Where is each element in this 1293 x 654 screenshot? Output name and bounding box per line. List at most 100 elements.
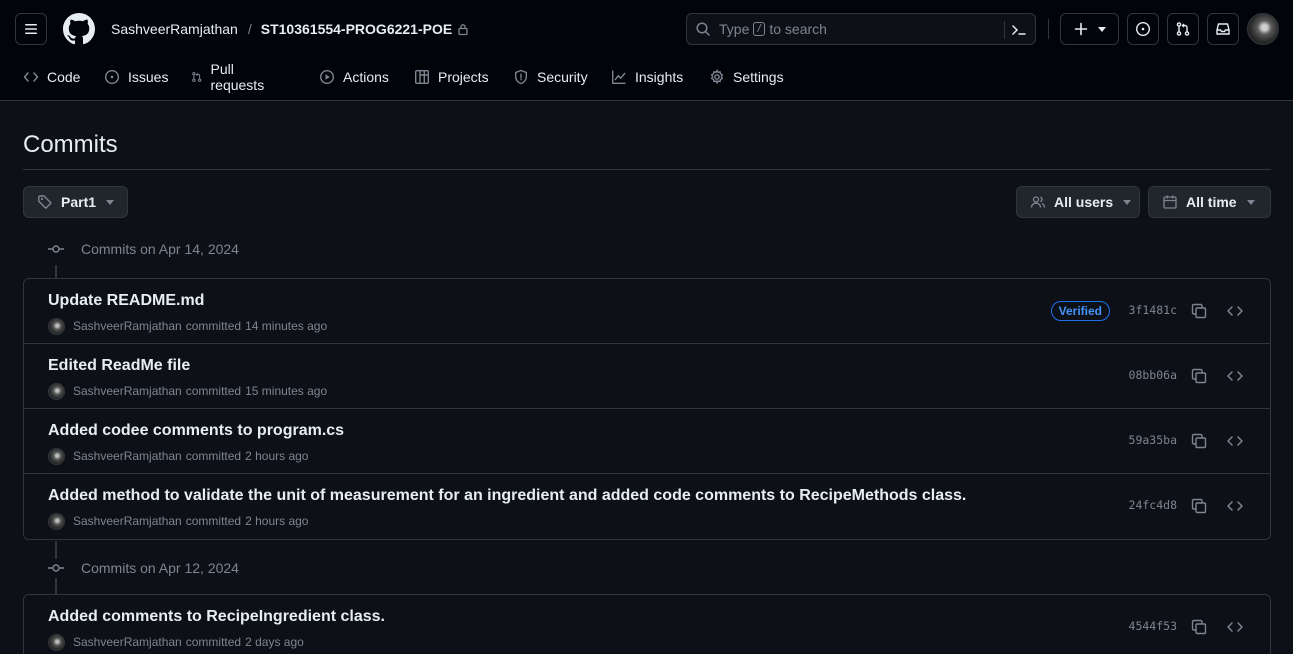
code-icon bbox=[23, 72, 39, 82]
commit-author[interactable]: SashveerRamjathan bbox=[73, 514, 182, 528]
commit-time: 2 hours ago bbox=[245, 449, 309, 463]
command-palette-icon[interactable] bbox=[1010, 21, 1028, 39]
time-filter-button[interactable]: All time bbox=[1148, 186, 1271, 218]
tab-label: Issues bbox=[128, 69, 169, 85]
repo-name-link[interactable]: ST10361554-PROG6221-POE bbox=[261, 21, 452, 37]
commit-title[interactable]: Edited ReadMe file bbox=[48, 357, 190, 375]
browse-code-icon[interactable] bbox=[1226, 367, 1244, 385]
tab-projects[interactable]: Projects bbox=[414, 60, 489, 94]
lock-icon bbox=[458, 23, 468, 35]
commit-sha[interactable]: 24fc4d8 bbox=[1129, 498, 1177, 512]
commit-group-date: Commits on Apr 12, 2024 bbox=[81, 560, 239, 576]
commit-sha[interactable]: 59a35ba bbox=[1129, 433, 1177, 447]
search-placeholder: Type / to search bbox=[719, 21, 827, 37]
commit-author[interactable]: SashveerRamjathan bbox=[73, 635, 182, 649]
commit-row[interactable]: Update README.md SashveerRamjathan commi… bbox=[24, 279, 1270, 344]
browse-code-icon[interactable] bbox=[1226, 302, 1244, 320]
user-filter-button[interactable]: All users bbox=[1016, 186, 1140, 218]
repo-owner-link[interactable]: SashveerRamjathan bbox=[111, 21, 238, 37]
commit-verb: committed bbox=[185, 449, 242, 463]
graph-icon bbox=[612, 70, 626, 84]
commit-meta: SashveerRamjathan committed 2 days ago bbox=[48, 633, 304, 651]
commit-row[interactable]: Added method to validate the unit of mea… bbox=[24, 474, 1270, 539]
tab-label: Code bbox=[47, 69, 81, 85]
create-new-button[interactable] bbox=[1060, 13, 1119, 45]
commit-row[interactable]: Added codee comments to program.cs Sashv… bbox=[24, 409, 1270, 474]
tab-pull-requests[interactable]: Pull requests bbox=[191, 60, 269, 94]
hamburger-icon bbox=[25, 24, 37, 34]
commit-title[interactable]: Added codee comments to program.cs bbox=[48, 422, 344, 440]
gear-icon bbox=[710, 69, 724, 85]
avatar[interactable] bbox=[48, 512, 65, 530]
copy-icon[interactable] bbox=[1190, 432, 1208, 450]
verified-badge[interactable]: Verified bbox=[1050, 301, 1110, 321]
menu-button[interactable] bbox=[15, 13, 47, 45]
commit-row[interactable]: Added comments to RecipeIngredient class… bbox=[24, 595, 1270, 654]
plus-icon bbox=[1074, 22, 1087, 36]
tab-label: Security bbox=[537, 69, 588, 85]
avatar[interactable] bbox=[48, 382, 65, 400]
github-logo-icon[interactable] bbox=[63, 13, 95, 45]
title-divider bbox=[23, 169, 1271, 170]
search-input[interactable]: Type / to search bbox=[686, 13, 1036, 45]
tab-label: Pull requests bbox=[210, 61, 265, 93]
tab-label: Projects bbox=[438, 69, 489, 85]
commit-verb: committed bbox=[185, 635, 242, 649]
caret-down-icon bbox=[106, 199, 115, 205]
issues-button[interactable] bbox=[1127, 13, 1159, 45]
tab-issues[interactable]: Issues bbox=[104, 60, 168, 94]
avatar[interactable] bbox=[48, 633, 65, 651]
copy-icon[interactable] bbox=[1190, 302, 1208, 320]
breadcrumb-separator: / bbox=[247, 21, 252, 37]
commit-title[interactable]: Added method to validate the unit of mea… bbox=[48, 487, 966, 505]
search-suffix: to search bbox=[769, 21, 827, 37]
play-icon bbox=[319, 69, 335, 85]
calendar-icon bbox=[1163, 195, 1177, 209]
issue-icon bbox=[1135, 21, 1151, 37]
search-key-hint: / bbox=[753, 22, 766, 36]
tab-code[interactable]: Code bbox=[23, 60, 80, 94]
copy-icon[interactable] bbox=[1190, 618, 1208, 636]
commit-sha[interactable]: 4544f53 bbox=[1129, 619, 1177, 633]
caret-down-icon bbox=[1097, 26, 1106, 32]
commit-title[interactable]: Update README.md bbox=[48, 292, 204, 310]
tab-insights[interactable]: Insights bbox=[611, 60, 683, 94]
copy-icon[interactable] bbox=[1190, 367, 1208, 385]
search-icon bbox=[696, 22, 710, 36]
table-icon bbox=[415, 70, 430, 85]
tab-settings[interactable]: Settings bbox=[709, 60, 784, 94]
browse-code-icon[interactable] bbox=[1226, 432, 1244, 450]
commit-title[interactable]: Added comments to RecipeIngredient class… bbox=[48, 608, 385, 626]
caret-down-icon bbox=[1246, 199, 1255, 205]
commit-time: 2 hours ago bbox=[245, 514, 309, 528]
breadcrumb: SashveerRamjathan / ST10361554-PROG6221-… bbox=[111, 20, 469, 38]
tab-security[interactable]: Security bbox=[513, 60, 588, 94]
pull-request-icon bbox=[192, 72, 202, 82]
commit-icon bbox=[48, 245, 64, 253]
commit-author[interactable]: SashveerRamjathan bbox=[73, 319, 182, 333]
commit-author[interactable]: SashveerRamjathan bbox=[73, 449, 182, 463]
commit-sha[interactable]: 08bb06a bbox=[1129, 368, 1177, 382]
commit-verb: committed bbox=[185, 319, 242, 333]
browse-code-icon[interactable] bbox=[1226, 618, 1244, 636]
pull-request-icon bbox=[1176, 22, 1190, 36]
tab-actions[interactable]: Actions bbox=[319, 60, 389, 94]
commit-verb: committed bbox=[185, 514, 242, 528]
branch-select-button[interactable]: Part1 bbox=[23, 186, 128, 218]
timeline-line bbox=[55, 578, 57, 595]
commit-row[interactable]: Edited ReadMe file SashveerRamjathan com… bbox=[24, 344, 1270, 409]
user-avatar[interactable] bbox=[1247, 13, 1279, 45]
avatar[interactable] bbox=[48, 447, 65, 465]
copy-icon[interactable] bbox=[1190, 497, 1208, 515]
pull-requests-button[interactable] bbox=[1167, 13, 1199, 45]
avatar[interactable] bbox=[48, 317, 65, 335]
timeline-line bbox=[55, 541, 57, 559]
commit-group-heading: Commits on Apr 14, 2024 bbox=[47, 239, 239, 259]
browse-code-icon[interactable] bbox=[1226, 497, 1244, 515]
timeline-line bbox=[55, 265, 57, 279]
commit-group-heading: Commits on Apr 12, 2024 bbox=[47, 558, 239, 578]
commit-author[interactable]: SashveerRamjathan bbox=[73, 384, 182, 398]
commit-sha[interactable]: 3f1481c bbox=[1129, 303, 1177, 317]
search-divider bbox=[1004, 21, 1005, 39]
inbox-button[interactable] bbox=[1207, 13, 1239, 45]
